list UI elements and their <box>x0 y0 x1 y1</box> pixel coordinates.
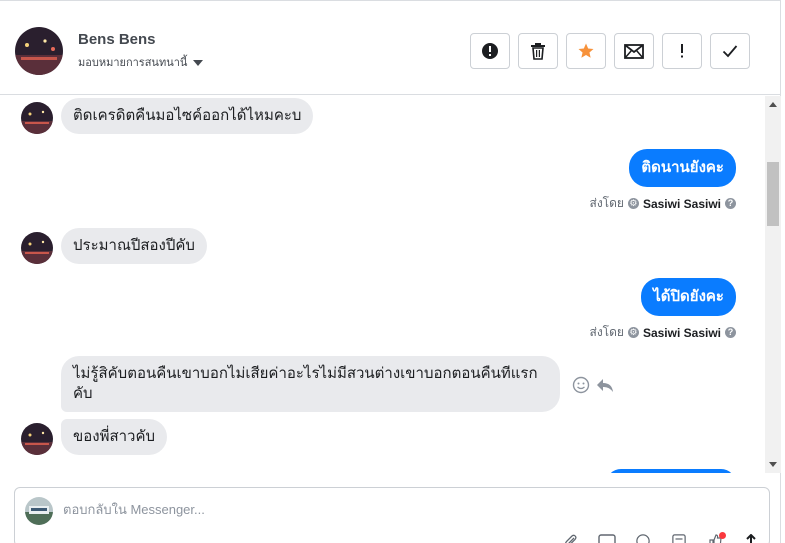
gear-badge-icon: ⚙ <box>627 198 639 209</box>
envelope-icon <box>624 43 644 59</box>
sent-by-info: ส่งโดย ⚙ Sasiwi Sasiwi ? <box>589 194 736 213</box>
done-button[interactable] <box>710 33 750 69</box>
trash-icon <box>531 43 545 60</box>
help-icon[interactable]: ? <box>725 327 736 338</box>
conversation-header: Bens Bens มอบหมายการสนทนานี้ <box>0 5 781 95</box>
star-button[interactable] <box>566 33 606 69</box>
sender-avatar <box>21 232 53 264</box>
thread-scrollbar[interactable] <box>765 96 781 473</box>
contact-name[interactable]: Bens Bens <box>78 31 156 48</box>
spam-button[interactable] <box>470 33 510 69</box>
incoming-message[interactable]: ไม่รู้สิคับตอนคืนเขาบอกไม่เสียค่าอะไรไม่… <box>61 356 560 412</box>
emoji-icon <box>636 534 650 543</box>
scrollbar-thumb[interactable] <box>767 162 779 226</box>
gif-button[interactable] <box>596 534 618 543</box>
sent-by-prefix: ส่งโดย <box>589 196 624 210</box>
send-icon <box>746 534 756 543</box>
attach-button[interactable] <box>560 534 582 543</box>
assign-label: มอบหมายการสนทนานี้ <box>78 57 188 69</box>
mark-unread-button[interactable] <box>614 33 654 69</box>
like-button[interactable] <box>704 532 726 543</box>
sent-by-name[interactable]: Sasiwi Sasiwi <box>643 197 721 211</box>
contact-avatar[interactable] <box>15 27 63 75</box>
follow-up-button[interactable] <box>662 33 702 69</box>
outgoing-message[interactable]: ติดนานยังคะ <box>629 149 736 187</box>
paperclip-icon <box>565 534 577 543</box>
gif-icon <box>598 534 616 543</box>
emoji-button[interactable] <box>632 534 654 543</box>
incoming-message[interactable]: ประมาณปีสองปีคับ <box>61 228 207 264</box>
outgoing-message-partial[interactable] <box>606 469 736 473</box>
send-button[interactable] <box>740 534 762 543</box>
scroll-up-arrow-icon[interactable] <box>769 102 777 107</box>
saved-replies-icon <box>672 534 686 543</box>
notification-dot <box>719 532 726 539</box>
sent-by-info: ส่งโดย ⚙ Sasiwi Sasiwi ? <box>589 323 736 342</box>
delete-button[interactable] <box>518 33 558 69</box>
emoji-react-icon[interactable] <box>572 376 590 394</box>
page-avatar <box>25 497 53 525</box>
sender-avatar <box>21 102 53 134</box>
inbox-conversation-panel: Bens Bens มอบหมายการสนทนานี้ ติดเครดิตคื… <box>0 0 781 543</box>
sender-avatar <box>21 423 53 455</box>
assign-conversation-dropdown[interactable]: มอบหมายการสนทนานี้ <box>78 53 204 71</box>
caret-down-icon <box>193 59 204 66</box>
conversation-actions <box>470 33 750 69</box>
reply-composer <box>14 487 770 543</box>
help-icon[interactable]: ? <box>725 198 736 209</box>
message-hover-tools <box>572 376 614 394</box>
check-icon <box>722 45 738 58</box>
composer-toolbar <box>560 532 762 543</box>
message-thread[interactable]: ติดเครดิตคืนมอไซค์ออกได้ไหมคะบ ติดนานยัง… <box>0 96 765 473</box>
saved-replies-button[interactable] <box>668 534 690 543</box>
sent-by-prefix: ส่งโดย <box>589 325 624 339</box>
scroll-down-arrow-icon[interactable] <box>769 462 777 467</box>
reply-icon[interactable] <box>596 377 614 393</box>
sent-by-name[interactable]: Sasiwi Sasiwi <box>643 326 721 340</box>
incoming-message[interactable]: ติดเครดิตคืนมอไซค์ออกได้ไหมคะบ <box>61 98 314 134</box>
exclamation-icon <box>681 44 683 58</box>
gear-badge-icon: ⚙ <box>627 327 639 338</box>
alert-circle-icon <box>482 43 498 59</box>
incoming-message[interactable]: ของพี่สาวคับ <box>61 419 168 455</box>
reply-input[interactable] <box>63 502 563 517</box>
outgoing-message[interactable]: ได้ปิดยังคะ <box>641 278 736 316</box>
star-icon <box>578 43 594 58</box>
